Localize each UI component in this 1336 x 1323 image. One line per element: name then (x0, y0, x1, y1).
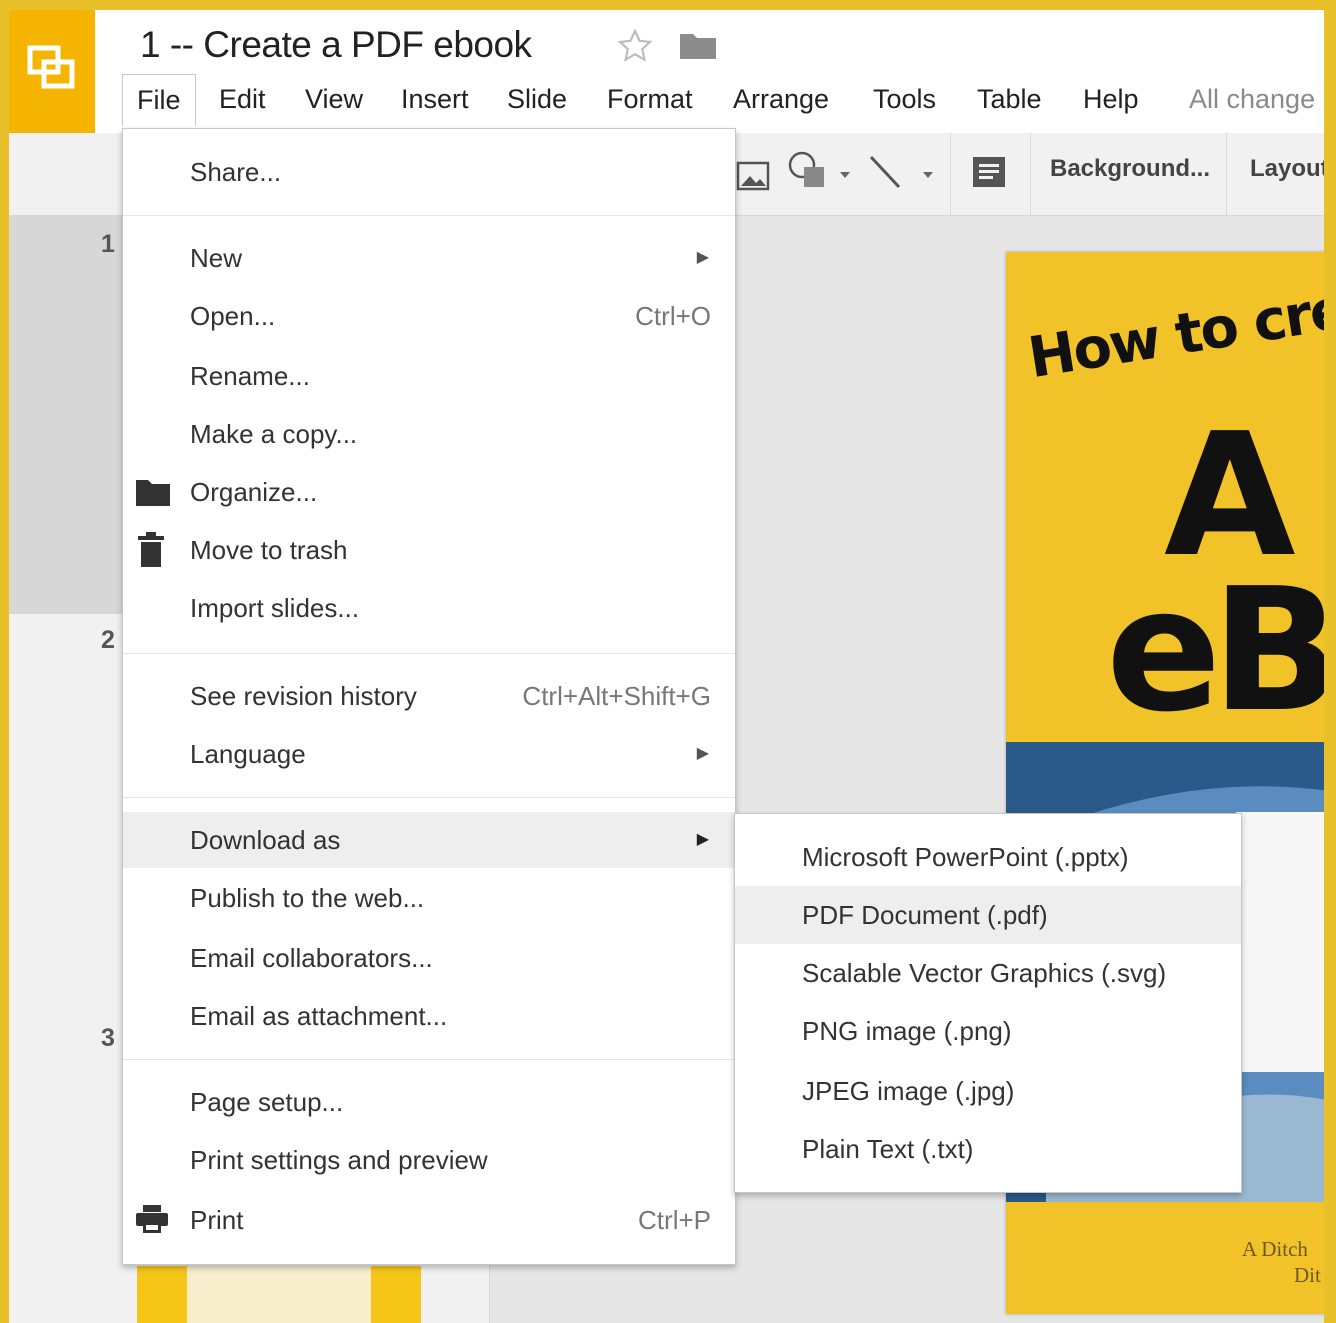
menu-arrange[interactable]: Arrange (719, 74, 843, 126)
app-window: 1 -- Create a PDF ebook File Edit View I… (9, 10, 1324, 1323)
menu-item-new[interactable]: New ▶ (123, 230, 735, 286)
menu-help[interactable]: Help (1069, 74, 1153, 126)
menu-item-move-to-trash[interactable]: Move to trash (123, 522, 735, 578)
menu-view[interactable]: View (291, 74, 377, 126)
submenu-arrow-icon: ▶ (696, 249, 709, 266)
submenu-arrow-icon: ▶ (696, 745, 709, 762)
download-txt[interactable]: Plain Text (.txt) (735, 1120, 1241, 1178)
submenu-item-label: PDF Document (.pdf) (802, 900, 1048, 930)
menu-item-label: Email collaborators... (190, 943, 433, 973)
menu-file[interactable]: File (122, 74, 196, 126)
slide-credit-line: Dit (1294, 1263, 1321, 1287)
submenu-item-label: JPEG image (.jpg) (802, 1076, 1015, 1106)
menu-item-share[interactable]: Share... (123, 144, 735, 200)
star-icon[interactable] (616, 28, 654, 64)
menu-item-shortcut: Ctrl+O (635, 301, 711, 331)
menu-format[interactable]: Format (593, 74, 707, 126)
menu-item-label: Rename... (190, 361, 310, 391)
save-status[interactable]: All change (1175, 74, 1324, 126)
menu-tools[interactable]: Tools (859, 74, 950, 126)
trash-icon (138, 532, 164, 567)
image-icon[interactable] (736, 161, 770, 191)
slide-credit-line: A Ditch (1242, 1237, 1308, 1261)
download-pptx[interactable]: Microsoft PowerPoint (.pptx) (735, 828, 1241, 886)
printer-icon (136, 1205, 168, 1233)
menubar: File Edit View Insert Slide Format Arran… (122, 74, 1322, 126)
slides-logo[interactable] (9, 10, 95, 133)
menu-item-label: Print (190, 1205, 244, 1235)
download-jpg[interactable]: JPEG image (.jpg) (735, 1062, 1241, 1120)
shape-icon[interactable] (786, 149, 832, 193)
menu-item-language[interactable]: Language ▶ (123, 726, 735, 782)
menu-item-shortcut: Ctrl+P (638, 1205, 711, 1235)
menu-item-label: Share... (190, 157, 282, 187)
line-dropdown-icon[interactable] (922, 171, 934, 179)
submenu-item-label: Microsoft PowerPoint (.pptx) (802, 842, 1129, 872)
slide-credit: A Ditch Dit (1242, 1236, 1321, 1288)
menu-item-rename[interactable]: Rename... (123, 348, 735, 404)
menu-item-label: New (190, 243, 243, 273)
menu-item-open[interactable]: Open... Ctrl+O (123, 288, 735, 344)
slide-heading: How to crea (1024, 271, 1324, 392)
menu-table[interactable]: Table (963, 74, 1056, 126)
menu-item-label: Publish to the web... (190, 883, 425, 913)
menu-item-label: Download as (190, 825, 341, 855)
menu-item-label: Page setup... (190, 1087, 344, 1117)
slide-thumbnail[interactable] (137, 1266, 421, 1323)
menu-item-label: Organize... (190, 477, 318, 507)
menu-item-print-settings[interactable]: Print settings and preview (123, 1132, 735, 1188)
line-icon[interactable] (867, 153, 903, 191)
submenu-item-label: Scalable Vector Graphics (.svg) (802, 958, 1167, 988)
menu-item-label: Move to trash (190, 535, 348, 565)
menu-edit[interactable]: Edit (205, 74, 280, 126)
menu-item-label: Print settings and preview (190, 1145, 488, 1175)
menu-item-revision-history[interactable]: See revision history Ctrl+Alt+Shift+G (123, 668, 735, 724)
menu-item-publish-web[interactable]: Publish to the web... (123, 870, 735, 926)
submenu-item-label: PNG image (.png) (802, 1016, 1012, 1046)
menu-item-label: See revision history (190, 681, 417, 711)
submenu-item-label: Plain Text (.txt) (802, 1134, 974, 1164)
layout-button[interactable]: Layout (1250, 155, 1324, 183)
menu-item-label: Language (190, 739, 306, 769)
folder-icon (136, 480, 170, 506)
menu-item-download-as[interactable]: Download as ▶ (123, 812, 735, 868)
download-svg[interactable]: Scalable Vector Graphics (.svg) (735, 944, 1241, 1002)
document-title[interactable]: 1 -- Create a PDF ebook (140, 24, 532, 66)
menu-slide[interactable]: Slide (493, 74, 581, 126)
slide-number: 2 (101, 626, 115, 654)
speaker-notes-icon[interactable] (971, 155, 1007, 189)
file-menu: Share... New ▶ Open... Ctrl+O Rename... … (122, 128, 736, 1265)
submenu-arrow-icon: ▶ (696, 831, 709, 848)
download-png[interactable]: PNG image (.png) (735, 1002, 1241, 1060)
menu-item-page-setup[interactable]: Page setup... (123, 1074, 735, 1130)
background-button[interactable]: Background... (1050, 155, 1210, 183)
menu-item-make-copy[interactable]: Make a copy... (123, 406, 735, 462)
filmstrip-selected-slide[interactable] (9, 216, 129, 614)
download-as-submenu: Microsoft PowerPoint (.pptx) PDF Documen… (734, 813, 1242, 1193)
menu-item-shortcut: Ctrl+Alt+Shift+G (522, 681, 711, 711)
menu-insert[interactable]: Insert (387, 74, 483, 126)
slide-big-word: eB (1106, 552, 1324, 750)
menu-item-label: Make a copy... (190, 419, 358, 449)
download-pdf[interactable]: PDF Document (.pdf) (735, 886, 1241, 944)
slides-logo-icon (27, 45, 75, 89)
shape-dropdown-icon[interactable] (839, 171, 851, 179)
menu-item-email-collaborators[interactable]: Email collaborators... (123, 930, 735, 986)
menu-item-import-slides[interactable]: Import slides... (123, 580, 735, 636)
menu-item-label: Import slides... (190, 593, 360, 623)
menu-item-label: Email as attachment... (190, 1001, 448, 1031)
slide-number: 1 (101, 230, 115, 258)
menu-item-print[interactable]: Print Ctrl+P (123, 1192, 735, 1248)
folder-icon[interactable] (679, 30, 717, 60)
menu-item-organize[interactable]: Organize... (123, 464, 735, 520)
menu-item-label: Open... (190, 301, 276, 331)
slide-number: 3 (101, 1024, 115, 1052)
menu-item-email-attachment[interactable]: Email as attachment... (123, 988, 735, 1044)
